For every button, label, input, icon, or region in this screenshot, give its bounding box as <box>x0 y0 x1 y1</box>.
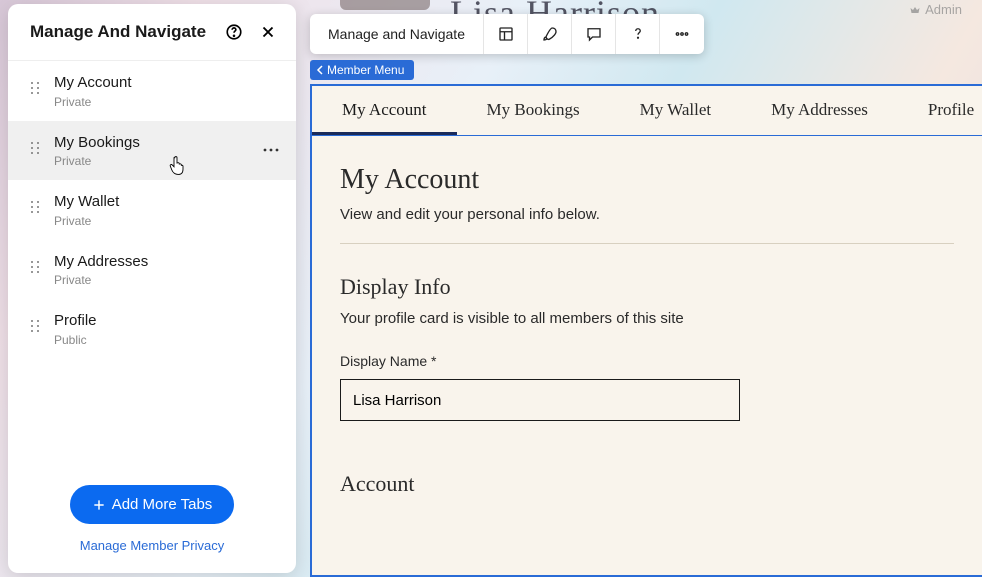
panel-tab-name: My Wallet <box>54 192 282 212</box>
toolbar-help-button[interactable] <box>616 14 660 54</box>
close-button[interactable] <box>258 22 278 42</box>
close-icon <box>259 23 277 41</box>
member-tab[interactable]: Profile <box>898 86 982 135</box>
manage-navigate-panel: Manage And Navigate My AccountPrivateMy … <box>8 4 296 573</box>
display-name-input[interactable] <box>340 379 740 421</box>
add-more-tabs-label: Add More Tabs <box>112 496 213 513</box>
toolbar-more-button[interactable] <box>660 14 704 54</box>
panel-tab-text: My BookingsPrivate <box>54 133 248 169</box>
display-info-subtitle: Your profile card is visible to all memb… <box>340 310 954 327</box>
panel-tab-name: My Addresses <box>54 252 282 272</box>
header-role-badge: Admin <box>909 2 962 17</box>
member-tab[interactable]: My Addresses <box>741 86 898 135</box>
panel-tab-item[interactable]: My AddressesPrivate <box>8 240 296 300</box>
member-tab[interactable]: My Account <box>312 86 457 135</box>
panel-tab-item[interactable]: My Wallet Private <box>8 180 296 240</box>
member-tabs: My AccountMy BookingsMy WalletMy Address… <box>312 86 982 136</box>
panel-tab-privacy: Private <box>54 154 248 168</box>
help-button[interactable] <box>224 22 244 42</box>
panel-footer: Add More Tabs Manage Member Privacy <box>8 471 296 573</box>
drag-handle-icon[interactable] <box>30 319 42 338</box>
toolbar-label-button[interactable]: Manage and Navigate <box>310 14 484 54</box>
member-menu-label: Member Menu <box>327 63 404 77</box>
panel-header: Manage And Navigate <box>8 4 296 61</box>
panel-tab-text: Profile Public <box>54 311 282 347</box>
help-icon <box>225 23 243 41</box>
toolbar-layout-button[interactable] <box>484 14 528 54</box>
panel-tab-privacy: Private <box>54 214 282 228</box>
panel-tab-list: My AccountPrivateMy BookingsPrivateMy Wa… <box>8 61 296 471</box>
member-tab[interactable]: My Wallet <box>610 86 742 135</box>
display-info-heading: Display Info <box>340 274 954 300</box>
panel-header-actions <box>224 22 278 42</box>
account-heading: Account <box>340 471 954 497</box>
drag-handle-icon[interactable] <box>30 260 42 279</box>
panel-tab-item[interactable]: My Account Private <box>8 61 296 121</box>
chevron-left-icon <box>316 65 324 75</box>
help-icon <box>629 25 647 43</box>
member-menu-badge[interactable]: Member Menu <box>310 60 414 80</box>
profile-avatar <box>340 0 430 10</box>
comment-icon <box>585 25 603 43</box>
drag-handle-icon[interactable] <box>30 200 42 219</box>
panel-tab-name: Profile <box>54 311 282 331</box>
display-info-section: Display Info Your profile card is visibl… <box>340 274 954 421</box>
page-title: My Account <box>340 164 954 196</box>
brush-icon <box>541 25 559 43</box>
page-subtitle: View and edit your personal info below. <box>340 206 954 223</box>
panel-tab-name: My Account <box>54 73 282 93</box>
crown-icon <box>909 4 921 16</box>
toolbar-design-button[interactable] <box>528 14 572 54</box>
manage-member-privacy-link[interactable]: Manage Member Privacy <box>8 538 296 553</box>
field-row: Display Name * Title <box>340 353 954 421</box>
panel-tab-name: My Bookings <box>54 133 248 153</box>
member-tab[interactable]: My Bookings <box>457 86 610 135</box>
drag-handle-icon[interactable] <box>30 81 42 100</box>
panel-tab-item[interactable]: My BookingsPrivate <box>8 121 296 181</box>
element-toolbar: Manage and Navigate <box>310 14 704 54</box>
plus-icon <box>92 498 106 512</box>
drag-handle-icon[interactable] <box>30 141 42 160</box>
display-name-field-wrapper: Display Name * <box>340 353 740 421</box>
panel-tab-item[interactable]: Profile Public <box>8 299 296 359</box>
member-area-main: My AccountMy BookingsMy WalletMy Address… <box>310 84 982 577</box>
page-content: My Account View and edit your personal i… <box>312 136 982 497</box>
layout-icon <box>497 25 515 43</box>
toolbar-comment-button[interactable] <box>572 14 616 54</box>
panel-tab-text: My Account Private <box>54 73 282 109</box>
panel-tab-privacy: Public <box>54 333 282 347</box>
add-more-tabs-button[interactable]: Add More Tabs <box>70 485 235 524</box>
divider <box>340 243 954 244</box>
header-role-label: Admin <box>925 2 962 17</box>
panel-tab-more-button[interactable] <box>260 139 282 161</box>
account-section: Account <box>340 471 954 497</box>
panel-title: Manage And Navigate <box>30 22 206 42</box>
display-name-label: Display Name * <box>340 353 740 369</box>
panel-tab-text: My Wallet Private <box>54 192 282 228</box>
panel-tab-privacy: Private <box>54 95 282 109</box>
panel-tab-privacy: Private <box>54 273 282 287</box>
panel-tab-text: My AddressesPrivate <box>54 252 282 288</box>
more-horizontal-icon <box>673 25 691 43</box>
